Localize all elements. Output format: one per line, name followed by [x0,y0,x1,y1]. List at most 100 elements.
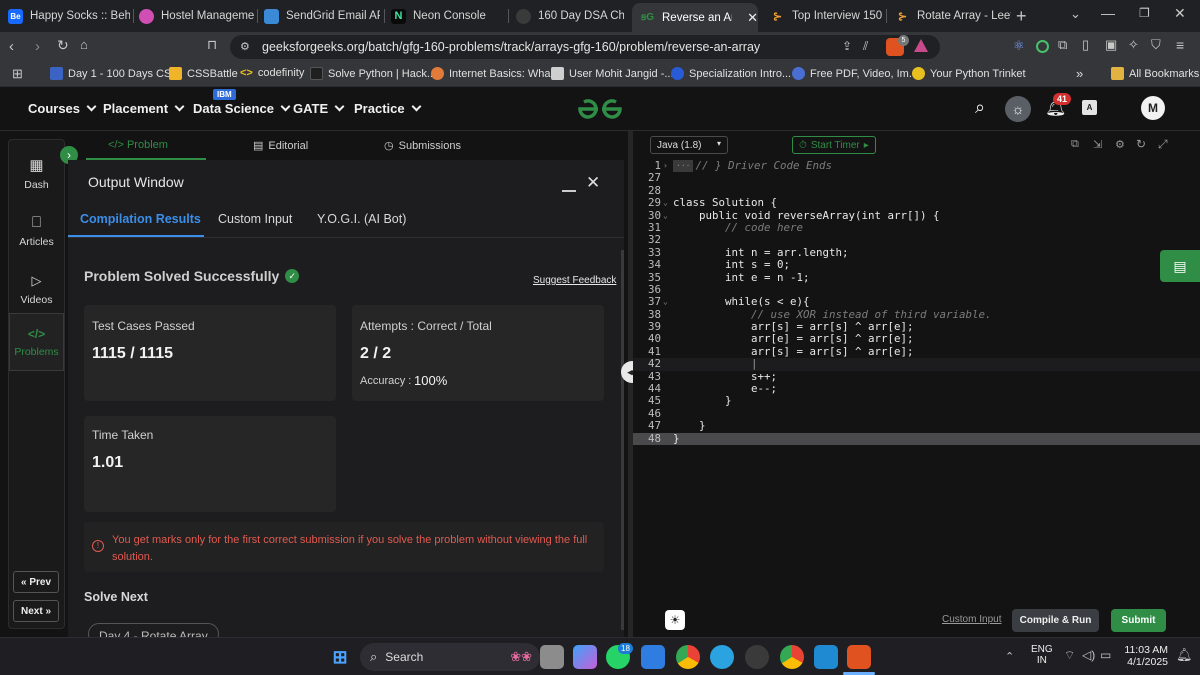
nav-placement[interactable]: Placement [103,101,185,116]
bookmark-icon[interactable]: ⊓ [207,37,217,53]
next-button[interactable]: Next » [13,600,59,622]
sidebar-item-problems[interactable]: </> Problems [9,313,64,371]
tab-custom-input[interactable]: Custom Input [218,212,292,226]
nav-gate[interactable]: GATE [293,101,345,116]
fold-icon[interactable]: ⌄ [663,296,673,308]
browser-tab-active[interactable]: ꞩG Reverse an Array ✕ [632,3,758,32]
bookmark-item[interactable]: Solve Python | Hack... [310,67,436,80]
url-text[interactable]: geeksforgeeks.org/batch/gfg-160-problems… [262,40,760,54]
close-panel-icon[interactable]: ✕ [586,173,600,193]
search-icon[interactable]: ⌕ [975,97,985,118]
browser-tab[interactable]: ⊱ Top Interview 150 - S [770,4,882,28]
close-window-icon[interactable]: ✕ [1174,5,1186,22]
fold-icon[interactable]: ⌄ [663,210,673,222]
reset-icon[interactable]: ↻ [1136,137,1146,151]
home-icon[interactable]: ⌂ [80,37,88,52]
fold-icon[interactable]: › [663,160,673,172]
custom-input-link[interactable]: Custom Input [942,614,1001,625]
restore-icon[interactable]: ❐ [1139,6,1150,20]
scrollbar[interactable] [621,250,624,630]
fold-icon[interactable]: ⌄ [663,197,673,209]
nav-data-science[interactable]: Data Science [193,101,291,116]
notification-icon[interactable]: 🔔︎ [1176,647,1193,663]
rss-icon[interactable]: ⫽ [863,39,868,54]
bookmark-item[interactable]: <> codefinity [240,67,304,79]
volume-icon[interactable]: ◁) [1082,648,1095,662]
battery-icon[interactable]: ▭ [1100,648,1111,662]
code-area[interactable]: 1 › ···// } Driver Code Ends 27 28 29 ⌄ clas… [633,159,1200,445]
brave-icon[interactable] [847,645,871,669]
browser-tab[interactable]: ⊱ Rotate Array - LeetCo [895,4,1011,28]
task-view-icon[interactable] [540,645,564,669]
sidebar-item-articles[interactable]: ⎕ Articles [9,202,64,260]
more-bookmarks[interactable]: » [1076,66,1083,81]
share-icon[interactable]: ⇪ [842,39,852,53]
browser-tab[interactable]: SendGrid Email API a [264,4,380,28]
browser-tab[interactable]: Hostel Management [139,4,254,28]
language-indicator[interactable]: ENG IN [1031,644,1053,666]
apps-grid-icon[interactable]: ⊞ [12,66,23,82]
gfg-logo[interactable] [576,97,624,121]
submit-button[interactable]: Submit [1111,609,1166,632]
chatgpt-icon[interactable] [745,645,769,669]
import-icon[interactable]: ⇲ [1093,138,1102,151]
store-icon[interactable] [641,645,665,669]
tab-submissions[interactable]: ◷ Submissions [384,139,461,153]
tab-editorial[interactable]: ▤ Editorial [253,139,308,153]
translate-icon[interactable]: A [1082,100,1097,115]
bookmark-item[interactable]: CSSBattle [169,67,238,80]
sidebar-icon[interactable]: ▯ [1082,37,1089,53]
wallet-icon[interactable]: ▣ [1105,37,1117,53]
close-tab-icon[interactable]: ✕ [747,10,758,26]
windows-start-icon[interactable]: ⊞ [328,645,352,669]
brave-rewards-icon[interactable] [914,39,928,52]
lightbulb-icon[interactable]: ☀ [665,610,685,630]
puzzle-icon[interactable]: ⧉ [1058,37,1067,53]
taskbar-search[interactable]: ⌕ Search ❀❀ [360,643,540,671]
sidebar-item-dash[interactable]: ▦ Dash [9,144,64,202]
language-select[interactable]: Java (1.8) ▾ [650,136,728,154]
nav-courses[interactable]: Courses [28,101,97,116]
bookmark-item[interactable]: Your Python Trinket [912,67,1026,80]
menu-icon[interactable]: ≡ [1176,37,1184,53]
compile-run-button[interactable]: Compile & Run [1012,609,1099,632]
new-tab-icon[interactable]: + [1016,6,1027,27]
browser-tab[interactable]: Be Happy Socks :: Behan [8,4,130,28]
prev-button[interactable]: « Prev [13,571,59,593]
sidebar-item-videos[interactable]: ▷ Videos [9,260,64,318]
copy-icon[interactable]: ⧉ [1071,138,1079,151]
nav-practice[interactable]: Practice [354,101,422,116]
clock[interactable]: 11:03 AM 4/1/2025 [1120,644,1168,668]
start-timer-button[interactable]: ⏱ Start Timer ▸ [792,136,876,154]
back-icon[interactable]: ‹ [9,38,14,55]
browser-tab[interactable]: N Neon Console [391,4,501,28]
minimize-panel-icon[interactable] [562,190,576,192]
site-info-icon[interactable]: ⚙ [240,40,250,53]
chrome-icon[interactable] [676,645,700,669]
bookmark-item[interactable]: Day 1 - 100 Days CS... [50,67,181,80]
tab-search-icon[interactable]: ⌄ [1070,6,1081,22]
bookmark-item[interactable]: Internet Basics: Wha... [431,67,560,80]
chat-icon[interactable]: ▤ [1160,250,1200,282]
chevron-up-icon[interactable]: ⌃ [1005,650,1014,663]
theme-toggle-icon[interactable]: ☼ [1005,96,1031,122]
tab-compilation-results[interactable]: Compilation Results [80,212,201,226]
url-bar[interactable]: ⚙ geeksforgeeks.org/batch/gfg-160-proble… [230,35,940,59]
react-devtools-icon[interactable]: ⚛ [1013,38,1025,54]
tab-yogi-bot[interactable]: Y.O.G.I. (AI Bot) [317,212,406,226]
settings-icon[interactable]: ⚙ [1115,138,1125,151]
bookmark-item[interactable]: User Mohit Jangid -... [551,67,674,80]
minimize-icon[interactable]: — [1101,5,1115,21]
suggest-feedback-link[interactable]: Suggest Feedback [533,275,616,286]
copilot-icon[interactable] [573,645,597,669]
avatar[interactable]: M [1141,96,1165,120]
extension-icon[interactable] [1036,40,1049,53]
all-bookmarks[interactable]: All Bookmarks [1111,67,1199,80]
bookmark-item[interactable]: Specialization Intro... [671,67,791,80]
fullscreen-icon[interactable]: ⤢ [1158,137,1168,152]
folded-marker[interactable]: ··· [673,160,694,173]
forward-icon[interactable]: › [35,38,40,55]
tab-problem[interactable]: </> Problem [108,139,168,151]
chrome-profile-icon[interactable] [780,645,804,669]
telegram-icon[interactable] [710,645,734,669]
